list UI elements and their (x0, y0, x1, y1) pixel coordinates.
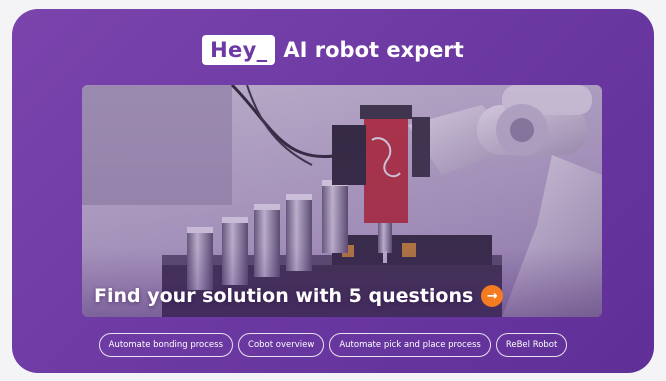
hey-logo-badge: Hey_ (202, 35, 276, 65)
header: Hey_ AI robot expert (12, 33, 654, 67)
suggestion-chips: Automate bonding process Cobot overview … (12, 333, 654, 357)
hero-cta-text[interactable]: Find your solution with 5 questions (94, 285, 473, 307)
chip-automate-pick-place[interactable]: Automate pick and place process (329, 333, 491, 357)
page-title: AI robot expert (283, 38, 464, 62)
hero-cta[interactable]: Find your solution with 5 questions → (94, 285, 504, 307)
hero-image-banner[interactable]: Find your solution with 5 questions → (82, 85, 602, 317)
chip-cobot-overview[interactable]: Cobot overview (238, 333, 325, 357)
chip-rebel-robot[interactable]: ReBel Robot (495, 333, 568, 357)
robot-scene-image (82, 85, 602, 317)
arrow-right-icon[interactable]: → (481, 285, 504, 307)
chip-automate-bonding[interactable]: Automate bonding process (98, 333, 234, 357)
arrow-glyph: → (486, 288, 498, 304)
hero-card: Hey_ AI robot expert Find your solution … (12, 9, 654, 373)
